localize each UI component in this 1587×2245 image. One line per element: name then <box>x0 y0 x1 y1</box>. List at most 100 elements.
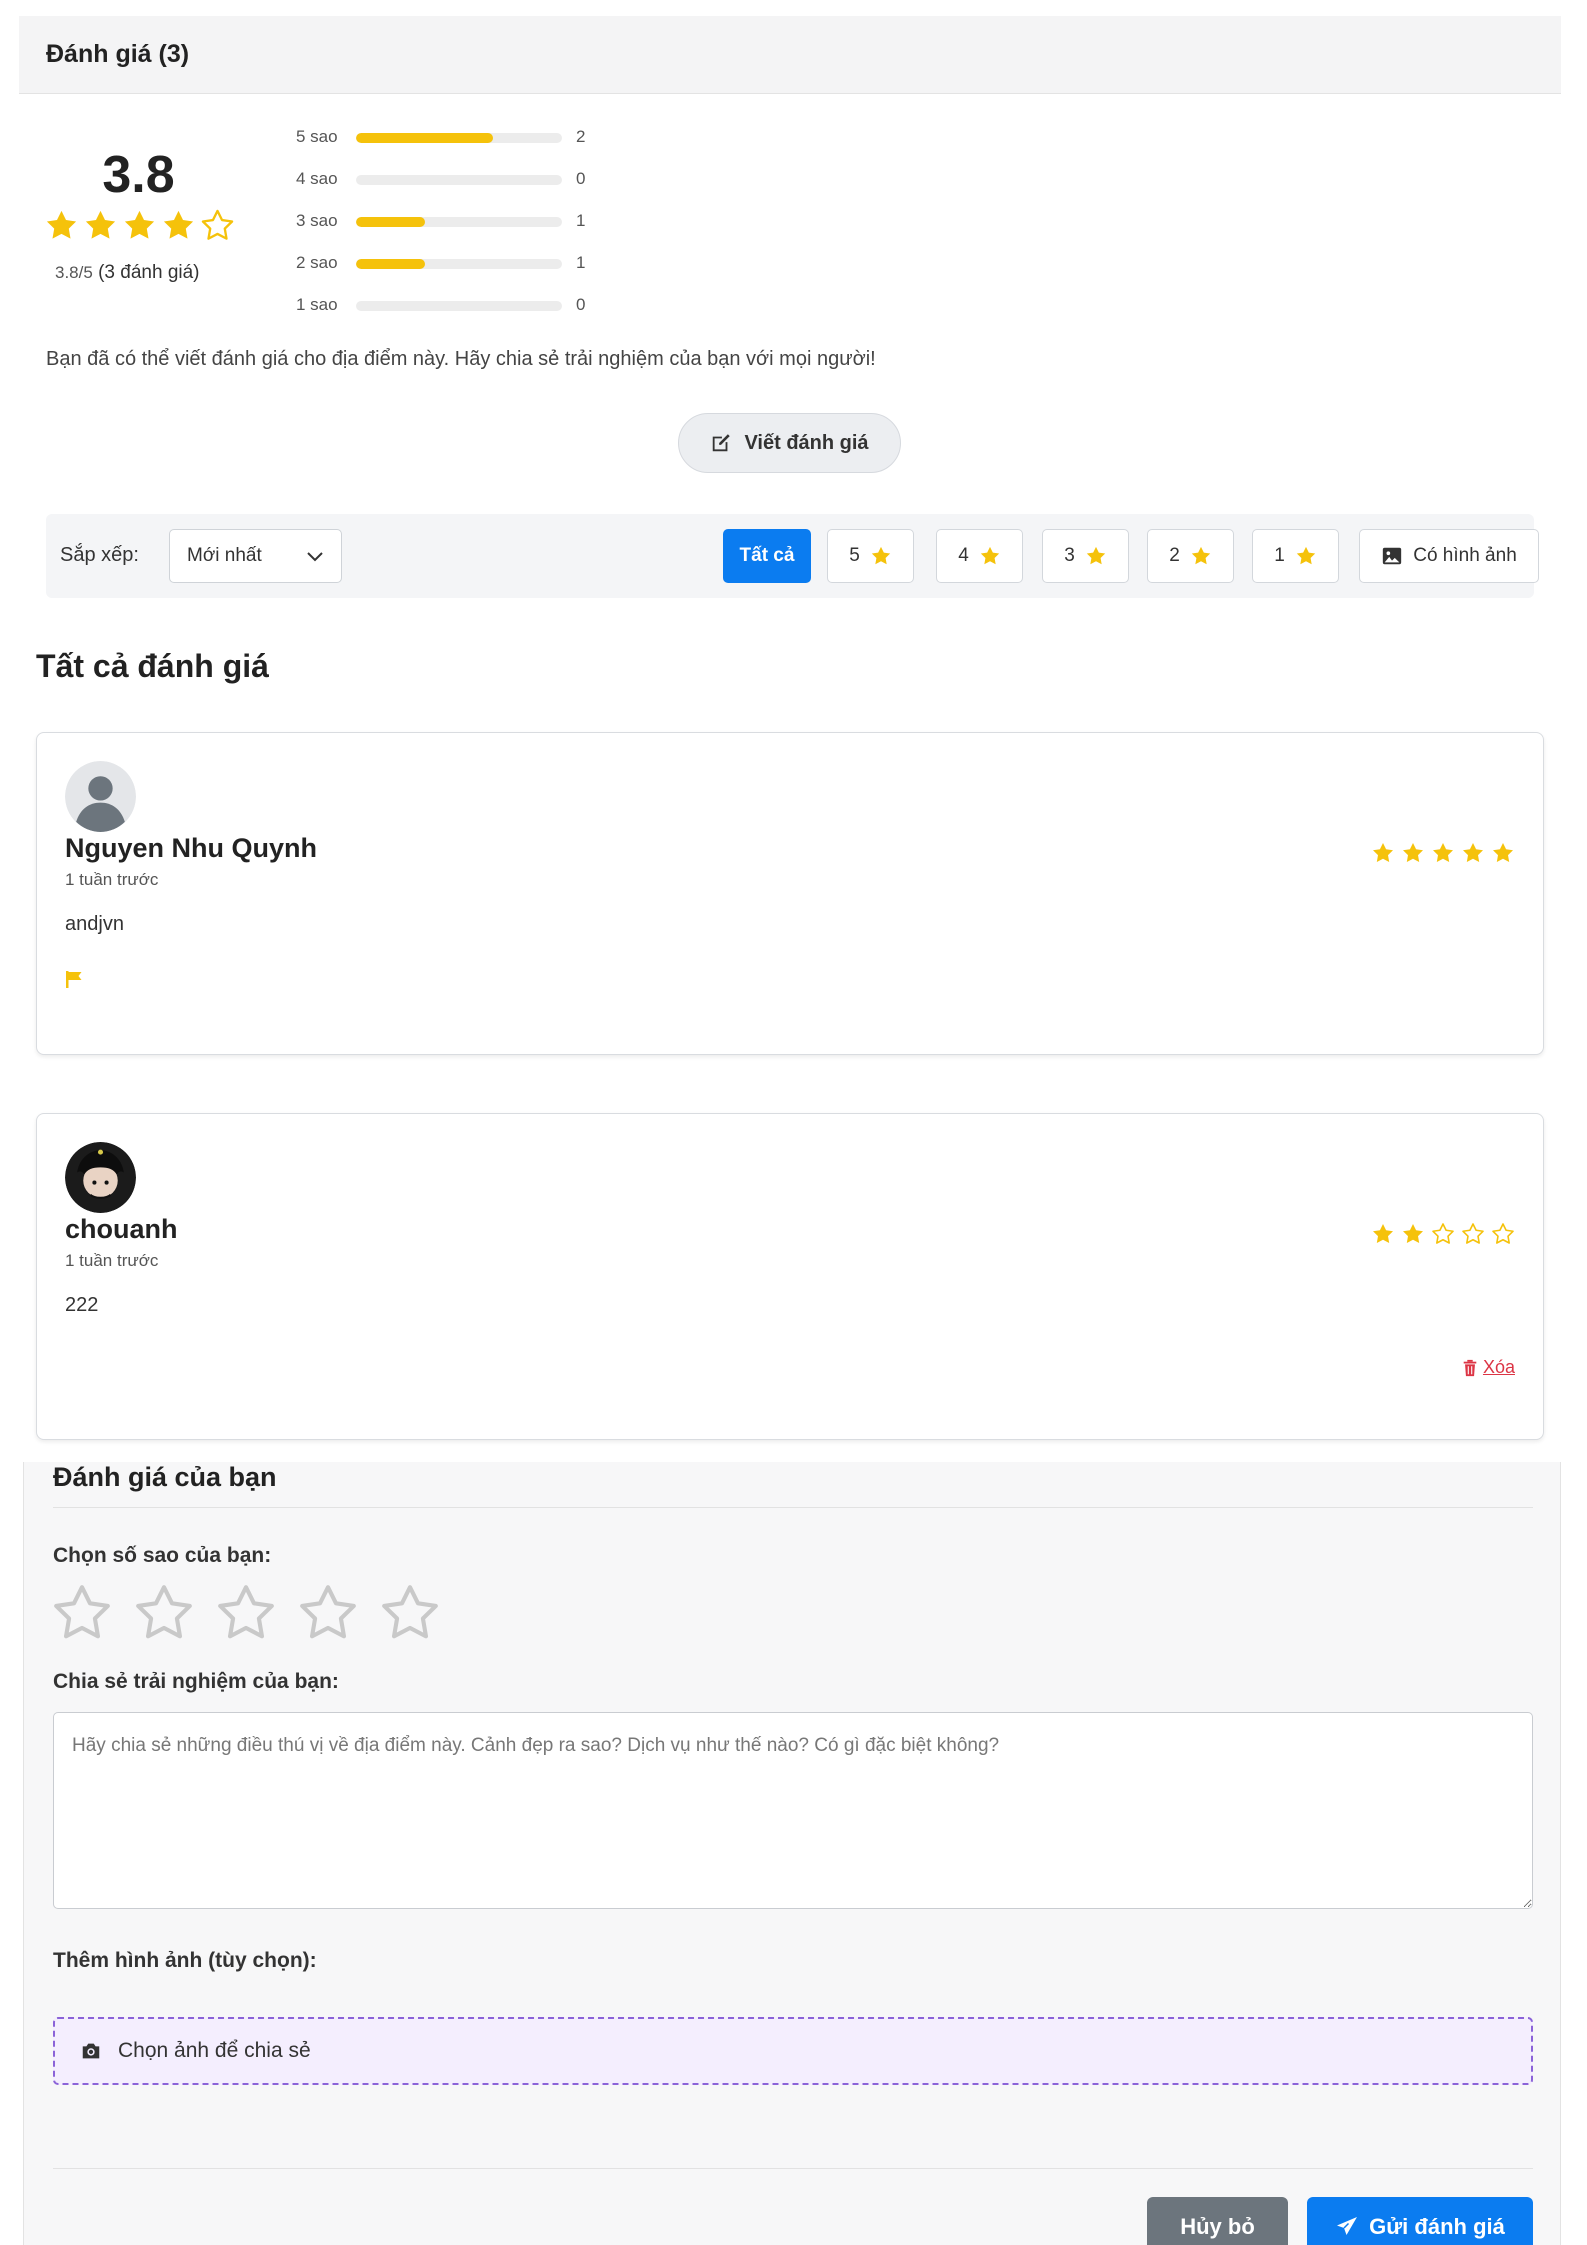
star-icon <box>980 546 999 565</box>
reviews-header-title: Đánh giá (3) <box>46 40 190 68</box>
star-filled-icon <box>1433 843 1453 863</box>
star-filled-icon <box>1373 843 1393 863</box>
filter-2-star-button[interactable]: 2 <box>1147 529 1234 583</box>
distribution-row-5: 5 sao 2 <box>296 123 636 153</box>
trash-icon <box>1463 1359 1477 1376</box>
images-label: Thêm hình ảnh (tùy chọn): <box>53 1949 317 1972</box>
distribution-bar <box>356 301 562 311</box>
star-icon <box>1086 546 1105 565</box>
distribution-fill <box>356 133 494 143</box>
star-filled-icon <box>46 210 77 239</box>
user-photo-avatar <box>65 1142 136 1213</box>
review-stars <box>1371 1222 1515 1246</box>
star-empty-icon <box>1462 1223 1484 1244</box>
star-picker-star-icon[interactable] <box>297 1582 359 1644</box>
filter-all-button[interactable]: Tất cả <box>723 529 811 583</box>
star-picker[interactable] <box>51 1582 441 1644</box>
distribution-bar <box>356 175 562 185</box>
distribution-bar <box>356 133 562 143</box>
distribution-count: 0 <box>576 295 586 314</box>
star-icon <box>1191 546 1210 565</box>
review-count: (3 đánh giá) <box>98 262 200 283</box>
sort-label: Sắp xếp: <box>60 544 139 566</box>
review-time: 1 tuần trước <box>65 1251 159 1270</box>
average-score: 3.8 <box>102 146 175 204</box>
stars-label: Chọn số sao của bạn: <box>53 1544 272 1567</box>
edit-icon <box>713 434 731 452</box>
experience-label: Chia sẻ trải nghiệm của bạn: <box>53 1670 339 1693</box>
star-empty-icon <box>201 209 234 240</box>
submit-review-button[interactable]: Gửi đánh giá <box>1307 2197 1533 2245</box>
distribution-row-1: 1 sao 0 <box>296 291 636 321</box>
filter-2-label: 2 <box>1169 545 1180 566</box>
star-picker-star-icon[interactable] <box>215 1582 277 1644</box>
star-filled-icon <box>1373 1224 1393 1244</box>
filter-3-label: 3 <box>1064 545 1075 566</box>
star-empty-icon <box>1492 1223 1514 1244</box>
star-icon <box>1296 546 1315 565</box>
review-card: chouanh 1 tuần trước 222 Xóa <box>36 1113 1544 1440</box>
filter-3-star-button[interactable]: 3 <box>1042 529 1129 583</box>
filter-4-label: 4 <box>958 545 969 566</box>
filter-5-star-button[interactable]: 5 <box>827 529 914 583</box>
filter-bar: Sắp xếp: Mới nhất Tất cả 5 4 3 2 1 Có hì… <box>46 514 1539 598</box>
delete-review-button[interactable]: Xóa <box>1461 1357 1515 1378</box>
chevron-down-icon <box>307 552 323 562</box>
divider <box>53 1507 1533 1508</box>
filter-all-label: Tất cả <box>739 545 795 566</box>
cancel-button[interactable]: Hủy bỏ <box>1147 2197 1288 2245</box>
filter-1-star-button[interactable]: 1 <box>1252 529 1339 583</box>
filter-4-star-button[interactable]: 4 <box>936 529 1023 583</box>
star-filled-icon <box>1403 843 1423 863</box>
distribution-row-4: 4 sao 0 <box>296 165 636 195</box>
your-review-form: Đánh giá của bạn Chọn số sao của bạn: Ch… <box>23 1462 1561 2245</box>
experience-textarea[interactable] <box>53 1712 1533 1909</box>
average-stars <box>44 208 235 243</box>
average-ratio: 3.8/5 <box>55 263 93 282</box>
distribution-fill <box>356 217 425 227</box>
sort-select[interactable]: Mới nhất <box>169 529 342 583</box>
distribution-label: 5 sao <box>296 127 338 146</box>
review-content: andjvn <box>65 913 124 935</box>
submit-review-label: Gửi đánh giá <box>1369 2214 1505 2239</box>
review-card: Nguyen Nhu Quynh 1 tuần trước andjvn <box>36 732 1544 1055</box>
report-flag-icon[interactable] <box>65 969 85 989</box>
distribution-count: 1 <box>576 253 586 272</box>
default-user-avatar <box>65 761 136 832</box>
star-filled-icon <box>124 210 155 239</box>
choose-image-button[interactable]: Chọn ảnh để chia sẻ <box>53 2017 1533 2085</box>
sort-select-value: Mới nhất <box>187 545 262 566</box>
camera-icon <box>82 2043 100 2059</box>
star-picker-star-icon[interactable] <box>51 1582 113 1644</box>
filter-5-label: 5 <box>849 545 860 566</box>
filter-with-images-label: Có hình ảnh <box>1413 545 1517 566</box>
distribution-label: 4 sao <box>296 169 338 188</box>
review-time: 1 tuần trước <box>65 870 159 889</box>
write-review-label: Viết đánh giá <box>744 431 869 454</box>
write-review-button[interactable]: Viết đánh giá <box>678 413 901 473</box>
reviewer-name: chouanh <box>65 1214 178 1244</box>
average-text: 3.8/5 (3 đánh giá) <box>55 262 200 284</box>
choose-image-label: Chọn ảnh để chia sẻ <box>118 2039 311 2062</box>
star-filled-icon <box>1403 1224 1423 1244</box>
review-content: 222 <box>65 1294 99 1316</box>
filter-1-label: 1 <box>1274 545 1285 566</box>
image-icon <box>1383 547 1402 565</box>
divider <box>53 2168 1533 2169</box>
distribution-label: 2 sao <box>296 253 338 272</box>
distribution-count: 2 <box>576 127 586 146</box>
distribution-row-3: 3 sao 1 <box>296 207 636 237</box>
distribution-label: 1 sao <box>296 295 338 314</box>
reviewer-name: Nguyen Nhu Quynh <box>65 833 317 863</box>
star-filled-icon <box>85 210 116 239</box>
distribution-row-2: 2 sao 1 <box>296 249 636 279</box>
star-filled-icon <box>163 210 194 239</box>
star-picker-star-icon[interactable] <box>379 1582 441 1644</box>
star-empty-icon <box>1432 1223 1454 1244</box>
filter-with-images-button[interactable]: Có hình ảnh <box>1359 529 1539 583</box>
distribution-count: 1 <box>576 211 586 230</box>
star-icon <box>871 546 890 565</box>
distribution-count: 0 <box>576 169 586 188</box>
invite-text: Bạn đã có thể viết đánh giá cho địa điểm… <box>46 348 876 370</box>
star-picker-star-icon[interactable] <box>133 1582 195 1644</box>
